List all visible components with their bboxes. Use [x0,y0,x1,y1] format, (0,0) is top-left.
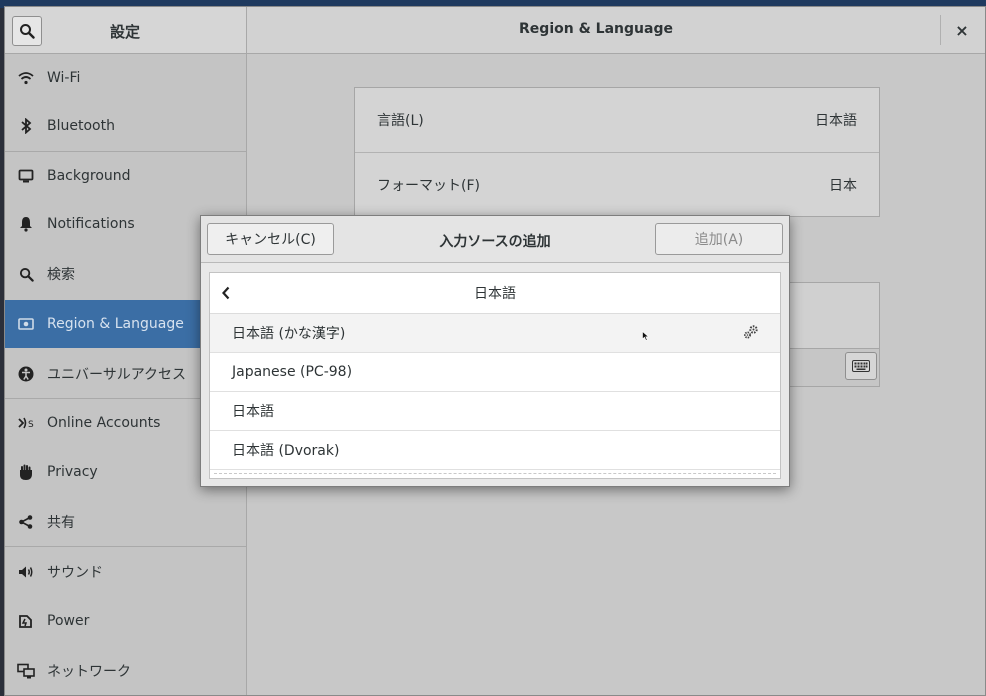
language-label: 言語(L) [377,113,424,129]
wifi-icon [5,71,47,85]
sidebar-item-label: 共有 [47,515,75,531]
sidebar-item-label: ネットワーク [47,664,131,680]
sidebar-item-label: Privacy [47,464,98,480]
sidebar-item-label: サウンド [47,565,103,581]
add-button[interactable]: 追加(A) [655,223,783,255]
bluetooth-icon [5,118,47,134]
sidebar-header: 設定 [5,7,247,54]
hand-icon [5,464,47,480]
sidebar-item-label: Notifications [47,216,135,232]
sidebar-item-label: Region & Language [47,316,184,332]
sidebar-item-wifi[interactable]: Wi-Fi [5,54,246,102]
sidebar-item-label: Wi-Fi [47,70,81,86]
list-more-indicator [214,473,776,474]
search-icon [5,267,47,282]
list-item[interactable]: 日本語 [210,392,780,431]
formats-row[interactable]: フォーマット(F) 日本 [355,152,879,216]
list-item[interactable]: Japanese (PC-98) [210,353,780,392]
sidebar-item-label: 検索 [47,267,75,283]
back-button[interactable] [216,283,236,303]
online-accounts-icon: S [5,416,47,430]
keyboard-icon [852,360,870,372]
share-icon [5,514,47,530]
header-separator [940,15,941,45]
flag-icon [5,317,47,331]
search-button[interactable] [12,16,42,46]
keyboard-layout-button[interactable] [845,352,877,380]
chevron-left-icon [222,286,230,300]
sidebar-title: 設定 [110,23,141,41]
list-item[interactable]: 日本語 (かな漢字) [210,314,780,353]
background-icon [5,169,47,183]
search-icon [20,24,35,39]
language-row[interactable]: 言語(L) 日本語 [355,88,879,152]
list-header: 日本語 [210,273,780,314]
list-item-label: 日本語 [232,404,274,420]
input-source-list: 日本語 日本語 (かな漢字) Japanese (PC-98) 日本語 日本語 … [209,272,781,479]
sidebar-item-sound[interactable]: サウンド [5,548,246,596]
page-title: Region & Language [519,21,673,37]
list-item-label: 日本語 (Dvorak) [232,443,340,459]
bell-icon [5,216,47,232]
sidebar-item-label: Online Accounts [47,415,161,431]
speaker-icon [5,565,47,579]
sidebar-item-label: Power [47,613,90,629]
close-button[interactable]: × [947,15,977,45]
header-bar: 設定 Region & Language × [5,7,985,54]
language-value: 日本語 [815,113,857,129]
power-icon [5,613,47,629]
sidebar-item-background[interactable]: Background [5,152,246,200]
sidebar-item-label: Background [47,168,131,184]
formats-label: フォーマット(F) [377,177,480,194]
sidebar-item-sharing[interactable]: 共有 [5,498,246,546]
list-item[interactable]: 日本語 (Dvorak) [210,431,780,470]
close-icon: × [955,20,969,40]
sidebar-item-network[interactable]: ネットワーク [5,647,246,695]
sidebar-item-bluetooth[interactable]: Bluetooth [5,102,246,150]
list-item-label: 日本語 (かな漢字) [232,326,346,342]
sidebar-item-label: Bluetooth [47,118,115,134]
settings-gears-icon[interactable] [742,324,760,340]
accessibility-icon [5,366,47,382]
main-header: Region & Language × [247,7,985,54]
add-input-source-dialog: キャンセル(C) 入力ソースの追加 追加(A) 日本語 日本語 (かな漢字) J… [200,215,790,487]
sidebar-divider [5,546,246,547]
list-item-label: Japanese (PC-98) [232,364,353,380]
sidebar-item-label: ユニバーサルアクセス [47,367,187,383]
svg-text:S: S [28,420,34,430]
dialog-header: キャンセル(C) 入力ソースの追加 追加(A) [201,216,789,263]
sidebar-item-power[interactable]: Power [5,597,246,645]
list-header-title: 日本語 [474,286,516,302]
formats-value: 日本 [829,177,857,194]
language-format-panel: 言語(L) 日本語 フォーマット(F) 日本 [354,87,880,217]
mouse-cursor-icon [642,331,650,341]
network-icon [5,663,47,679]
